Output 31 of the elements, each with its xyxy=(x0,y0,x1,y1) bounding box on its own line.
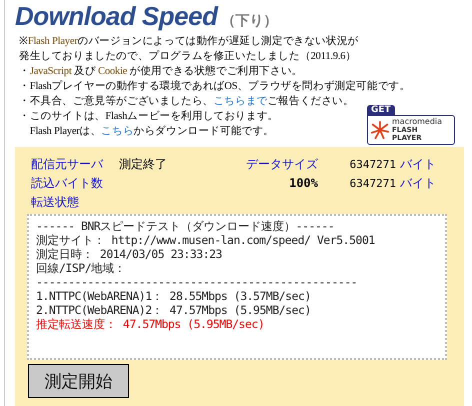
server-label: 配信元サーバ xyxy=(31,156,104,173)
result-line: 1.NTTPC(WebARENA)1： 28.55Mbps (3.57MB/sec) xyxy=(36,289,312,303)
progress-percent: 100% xyxy=(288,175,318,192)
link[interactable]: こちら xyxy=(101,126,134,137)
notice-line: ※Flash Playerのバージョンによっては動作が遅延し測定できない状況が xyxy=(19,34,358,49)
data-size-label: データサイズ xyxy=(245,156,318,173)
result-line: 測定サイト： http://www.musen-lan.com/speed/ Ver5.5001 xyxy=(36,233,376,247)
result-line: 回線/ISP/地域： xyxy=(36,261,127,275)
notice-line: 発生しておりましたので、プログラムを修正いたしました（2011.9.6） xyxy=(19,49,356,64)
start-button[interactable]: 測定開始 xyxy=(28,364,129,398)
unit-label: バイト xyxy=(399,175,436,192)
notice-line: ・JavaScript 及び Cookie が使用できる状態でご利用下さい。 xyxy=(19,64,302,79)
read-bytes-value: 6347271 xyxy=(348,176,396,192)
flash-burst-icon xyxy=(371,121,389,139)
notice-line: ・不具合、ご意見等がございましたら、こちらまでご報告ください。 xyxy=(19,94,354,109)
data-size-value: 6347271 xyxy=(348,157,396,173)
unit-label: バイト xyxy=(399,156,436,173)
page-title: Download Speed xyxy=(15,1,218,32)
result-line: 2.NTTPC(WebARENA)2： 47.57Mbps (5.95MB/sec) xyxy=(36,303,312,317)
result-line: 推定転送速度： 47.57Mbps (5.95MB/sec) xyxy=(36,317,266,331)
status-text: 測定終了 xyxy=(119,156,168,173)
link[interactable]: こちらまで xyxy=(213,96,268,107)
notice-line: Flash Playerは、こちらからダウンロード可能です。 xyxy=(28,124,274,139)
notice-line: ・Flashプレイヤーの動作する環境であればOS、ブラウザを問わず測定可能です。 xyxy=(19,79,410,94)
notice-line: ・このサイトは、Flashムービーを利用しております。 xyxy=(19,110,278,124)
page-subtitle: （下り） xyxy=(221,12,278,30)
read-bytes-label: 読込バイト数 xyxy=(31,175,104,192)
result-line: -------------------------------------------------- xyxy=(36,275,358,289)
result-line: ------ BNRスピードテスト（ダウンロード速度）------ xyxy=(36,219,336,233)
result-line: 測定日時： 2014/03/05 23:33:23 xyxy=(36,247,223,261)
transfer-state-label: 転送状態 xyxy=(31,194,80,211)
